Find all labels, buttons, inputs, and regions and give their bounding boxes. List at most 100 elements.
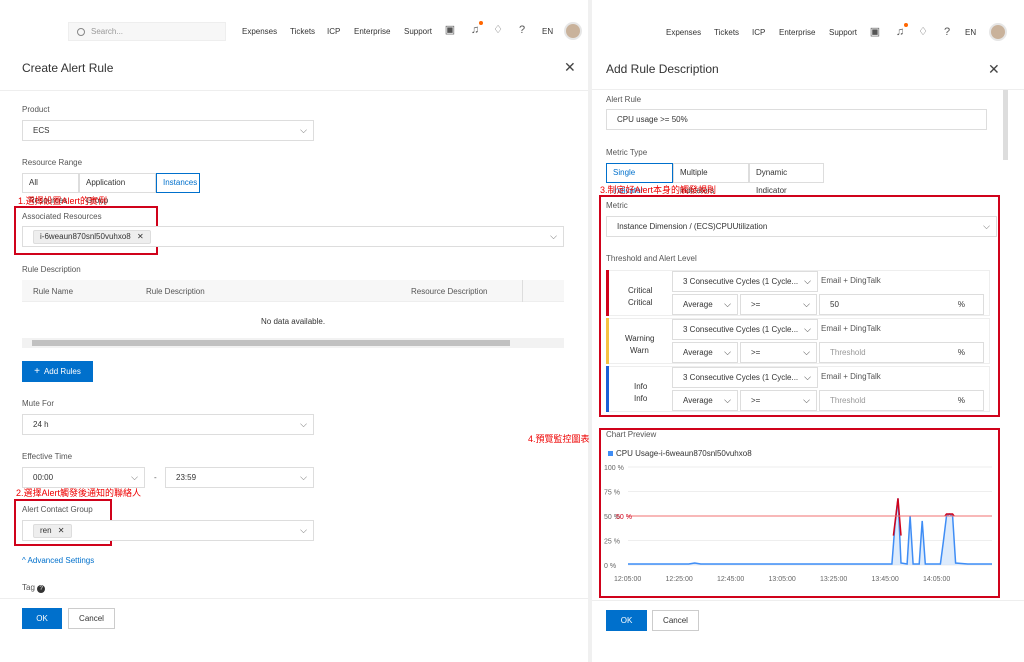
nav-enterprise[interactable]: Enterprise	[354, 27, 390, 36]
range-application-group[interactable]: Application Group	[79, 173, 156, 205]
nav-support[interactable]: Support	[404, 27, 432, 36]
level-name-alt: Info	[634, 394, 648, 403]
search-input[interactable]: Search...	[68, 22, 226, 41]
chevron-down-icon: ⌵	[300, 525, 307, 535]
chevron-down-icon: ⌵	[724, 347, 731, 357]
lightbulb-icon[interactable]: ♢	[492, 24, 504, 36]
annotation-2: 2.選擇Alert觸發後通知的聯絡人	[16, 488, 142, 498]
cancel-button[interactable]: Cancel	[68, 608, 115, 629]
divider	[592, 89, 1024, 90]
ok-button[interactable]: OK	[606, 610, 647, 631]
level-name: Info	[634, 382, 648, 391]
notification-dot	[479, 21, 483, 25]
threshold-input[interactable]: Threshold %	[819, 342, 984, 363]
panel-title: Create Alert Rule	[22, 61, 114, 75]
x-tick-label: 12:45:00	[717, 576, 744, 583]
notify-channel: Email + DingTalk	[821, 324, 881, 333]
bell-icon[interactable]: ♫	[469, 24, 481, 36]
cycles-select[interactable]: 3 Consecutive Cycles (1 Cycle... ⌵	[672, 319, 818, 340]
nav-tickets[interactable]: Tickets	[290, 27, 315, 36]
metric-type-dynamic[interactable]: Dynamic Indicator	[749, 163, 824, 195]
operator-select[interactable]: >= ⌵	[740, 390, 817, 411]
terminal-icon[interactable]: ▣	[869, 26, 881, 38]
metric-type-label: Metric Type	[606, 148, 648, 157]
remove-tag-icon[interactable]: ✕	[137, 232, 144, 241]
scrollbar-thumb[interactable]	[32, 340, 510, 346]
severity-bar-critical	[606, 270, 609, 316]
language-switch[interactable]: EN	[965, 28, 976, 37]
close-icon[interactable]: ✕	[988, 61, 1000, 78]
legend-label: CPU Usage-i-6weaun870snl50vuhxo8	[616, 449, 752, 458]
cancel-button[interactable]: Cancel	[652, 610, 699, 631]
effective-start-select[interactable]: 00:00 ⌵	[22, 467, 145, 488]
top-navigation-bar: Expenses Tickets ICP Enterprise Support …	[592, 0, 1024, 46]
severity-bar-warning	[606, 318, 609, 364]
product-select[interactable]: ECS ⌵	[22, 120, 314, 141]
operator-select[interactable]: >= ⌵	[740, 342, 817, 363]
mute-for-select[interactable]: 24 h ⌵	[22, 414, 314, 435]
terminal-icon[interactable]: ▣	[444, 24, 456, 36]
legend-swatch	[608, 451, 613, 456]
range-all-resources[interactable]: All Resources	[22, 173, 79, 205]
chevron-down-icon: ⌵	[300, 472, 307, 482]
column-rule-name: Rule Name	[33, 287, 74, 296]
metric-select[interactable]: Instance Dimension / (ECS)CPUUtilization…	[606, 216, 997, 237]
vertical-scrollbar[interactable]	[1003, 90, 1008, 160]
x-tick-label: 13:05:00	[769, 576, 796, 583]
remove-tag-icon[interactable]: ✕	[58, 526, 65, 535]
nav-tickets[interactable]: Tickets	[714, 28, 739, 37]
help-icon[interactable]: ?	[37, 585, 46, 593]
nav-enterprise[interactable]: Enterprise	[779, 28, 815, 37]
help-icon[interactable]: ?	[516, 24, 528, 36]
metric-type-single[interactable]: Single indicator	[606, 163, 673, 195]
aggregation-select[interactable]: Average ⌵	[672, 294, 738, 315]
nav-icp[interactable]: ICP	[327, 27, 340, 36]
language-switch[interactable]: EN	[542, 27, 553, 36]
y-tick-label: 75 %	[604, 490, 620, 497]
footer-divider	[0, 598, 588, 599]
x-tick-label: 14:05:00	[923, 576, 950, 583]
aggregation-select[interactable]: Average ⌵	[672, 390, 738, 411]
advanced-settings-link[interactable]: ^ Advanced Settings	[22, 556, 94, 565]
cycles-select[interactable]: 3 Consecutive Cycles (1 Cycle... ⌵	[672, 271, 818, 292]
metric-type-multiple[interactable]: Multiple indicators	[673, 163, 749, 195]
add-rules-button[interactable]: + Add Rules	[22, 361, 93, 382]
alert-rule-input[interactable]: CPU usage >= 50%	[606, 109, 987, 130]
top-navigation-bar: Search... Expenses Tickets ICP Enterpris…	[0, 0, 588, 46]
effective-end-select[interactable]: 23:59 ⌵	[165, 467, 314, 488]
cycles-select[interactable]: 3 Consecutive Cycles (1 Cycle... ⌵	[672, 367, 818, 388]
series-line	[628, 498, 992, 565]
lightbulb-icon[interactable]: ♢	[917, 26, 929, 38]
create-alert-rule-panel: Search... Expenses Tickets ICP Enterpris…	[0, 0, 588, 662]
level-name-alt: Warn	[630, 346, 649, 355]
time-separator: -	[154, 473, 157, 482]
range-instances[interactable]: Instances	[156, 173, 200, 193]
operator-select[interactable]: >= ⌵	[740, 294, 817, 315]
aggregation-select[interactable]: Average ⌵	[672, 342, 738, 363]
chevron-down-icon: ⌵	[804, 324, 811, 334]
horizontal-scrollbar[interactable]	[22, 338, 564, 348]
avatar[interactable]	[564, 22, 582, 40]
avatar[interactable]	[989, 23, 1007, 41]
threshold-input[interactable]: Threshold %	[819, 390, 984, 411]
nav-expenses[interactable]: Expenses	[242, 27, 277, 36]
chevron-down-icon: ⌵	[300, 419, 307, 429]
close-icon[interactable]: ✕	[564, 59, 576, 76]
notify-channel: Email + DingTalk	[821, 372, 881, 381]
rule-description-label: Rule Description	[22, 265, 81, 274]
chevron-down-icon: ⌵	[550, 231, 557, 241]
help-icon[interactable]: ?	[941, 26, 953, 38]
nav-support[interactable]: Support	[829, 28, 857, 37]
alert-contact-group-label: Alert Contact Group	[22, 505, 93, 514]
ok-button[interactable]: OK	[22, 608, 62, 629]
nav-icp[interactable]: ICP	[752, 28, 765, 37]
divider	[0, 90, 588, 91]
x-tick-label: 13:45:00	[872, 576, 899, 583]
nav-expenses[interactable]: Expenses	[666, 28, 701, 37]
bell-icon[interactable]: ♫	[894, 26, 906, 38]
effective-time-label: Effective Time	[22, 452, 73, 461]
threshold-input[interactable]: 50 %	[819, 294, 984, 315]
chevron-down-icon: ⌵	[804, 372, 811, 382]
column-resource-description: Resource Description	[411, 287, 488, 296]
severity-bar-info	[606, 366, 609, 412]
